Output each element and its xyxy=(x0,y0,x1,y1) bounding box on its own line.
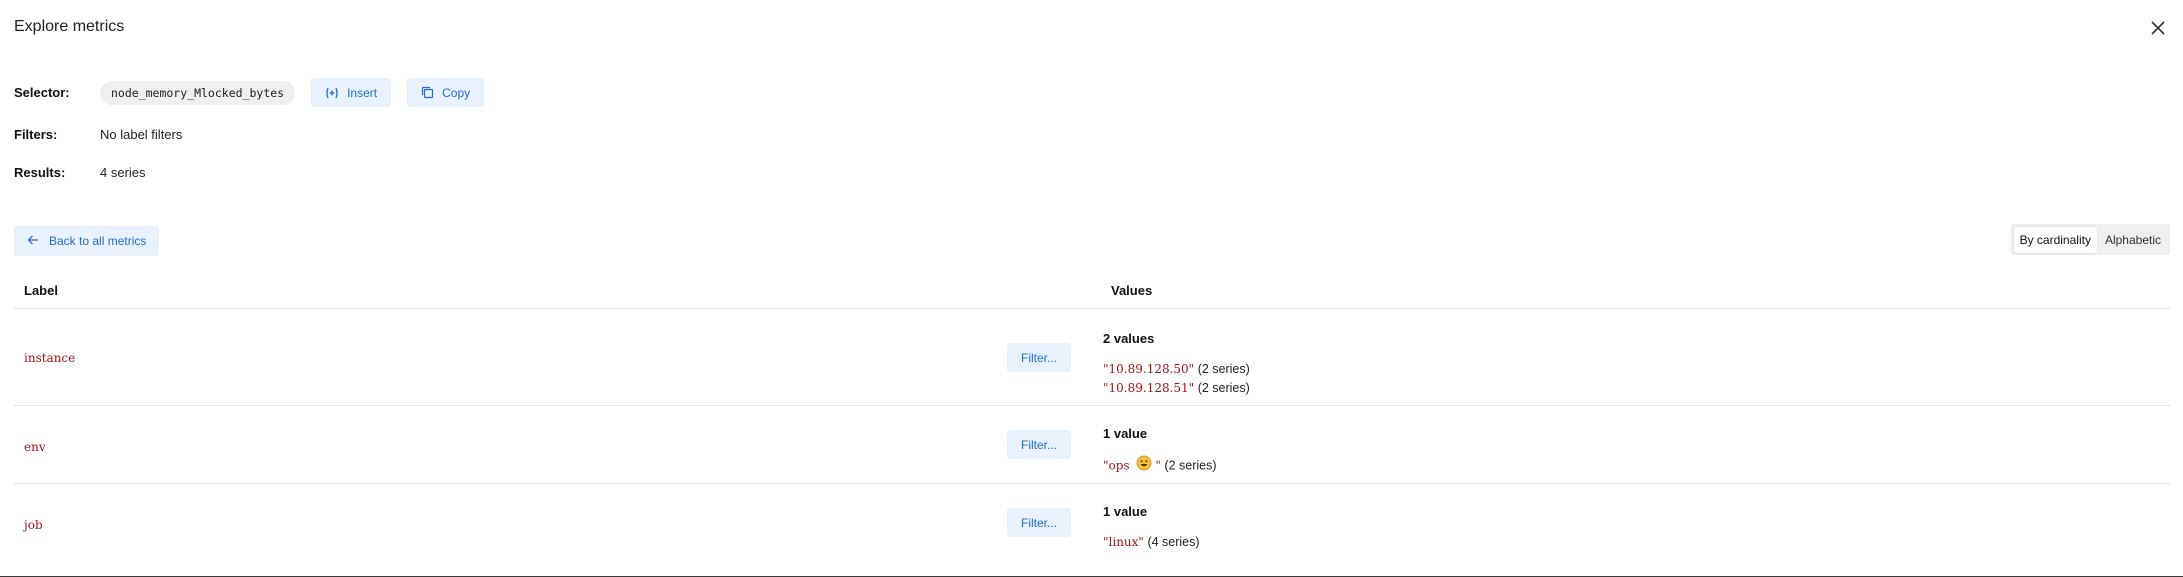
label-values: 1 value "ops " (2 series) xyxy=(1103,426,1217,477)
series-count: (4 series) xyxy=(1147,535,1200,549)
insert-label: Insert xyxy=(347,85,378,100)
table-row: env Filter... 1 value "ops " (2 series) xyxy=(14,406,2170,484)
value-text-prefix: "ops xyxy=(1103,458,1134,473)
value-item[interactable]: "10.89.128.51" (2 series) xyxy=(1103,379,1250,398)
results-value: 4 series xyxy=(100,165,146,180)
value-item[interactable]: "linux" (4 series) xyxy=(1103,533,1200,552)
selector-chip: node_memory_Mlocked_bytes xyxy=(100,80,296,105)
value-text-suffix: " xyxy=(1155,458,1161,473)
copy-button[interactable]: Copy xyxy=(407,78,485,107)
value-count: 2 values xyxy=(1103,331,1155,346)
filter-button[interactable]: Filter... xyxy=(1007,508,1071,537)
series-count: (2 series) xyxy=(1197,362,1250,376)
column-header-values: Values xyxy=(1111,282,1153,298)
copy-label: Copy xyxy=(442,85,471,100)
label-values: 1 value "linux" (4 series) xyxy=(1103,504,1200,552)
table-row: instance Filter... 2 values "10.89.128.5… xyxy=(14,309,2170,406)
table-row: job Filter... 1 value "linux" (4 series) xyxy=(14,484,2170,561)
label-name: job xyxy=(24,518,43,532)
sort-toggle: By cardinality Alphabetic xyxy=(2010,224,2170,255)
series-count: (2 series) xyxy=(1164,458,1217,473)
filter-button[interactable]: Filter... xyxy=(1007,430,1071,459)
value-text: "linux" xyxy=(1103,535,1144,549)
arrow-left-icon xyxy=(27,234,39,248)
table-header: Label Values xyxy=(14,272,2170,309)
selector-row: Selector: node_memory_Mlocked_bytes Inse… xyxy=(14,78,485,107)
sort-alphabetic[interactable]: Alphabetic xyxy=(2099,227,2167,253)
value-item[interactable]: "10.89.128.50" (2 series) xyxy=(1103,360,1250,379)
value-count: 1 value xyxy=(1103,426,1148,441)
filter-button[interactable]: Filter... xyxy=(1007,343,1071,372)
insert-icon xyxy=(325,87,339,99)
back-to-all-metrics-button[interactable]: Back to all metrics xyxy=(14,226,160,256)
selector-label: Selector: xyxy=(14,85,70,100)
back-label: Back to all metrics xyxy=(49,234,147,248)
value-count: 1 value xyxy=(1103,504,1148,519)
copy-icon xyxy=(421,86,434,99)
filters-row: Filters: No label filters xyxy=(14,127,182,142)
value-text: "10.89.128.50" xyxy=(1103,362,1195,376)
series-count: (2 series) xyxy=(1197,381,1250,395)
label-values: 2 values "10.89.128.50" (2 series) "10.8… xyxy=(1103,331,1250,398)
sort-by-cardinality[interactable]: By cardinality xyxy=(2013,226,2097,253)
filters-value: No label filters xyxy=(100,127,183,142)
results-label: Results: xyxy=(14,165,66,180)
filters-label: Filters: xyxy=(14,127,58,142)
labels-table: Label Values instance Filter... 2 values… xyxy=(14,272,2170,561)
value-text: "10.89.128.51" xyxy=(1103,381,1195,395)
value-item[interactable]: "ops " (2 series) xyxy=(1103,455,1217,477)
column-header-label: Label xyxy=(24,282,58,298)
insert-button[interactable]: Insert xyxy=(311,78,392,107)
grinning-face-icon xyxy=(1136,455,1152,477)
dialog-title: Explore metrics xyxy=(14,18,125,35)
label-name: instance xyxy=(24,351,76,365)
label-name: env xyxy=(24,440,46,454)
close-icon[interactable] xyxy=(2147,17,2169,39)
results-row: Results: 4 series xyxy=(14,165,146,180)
